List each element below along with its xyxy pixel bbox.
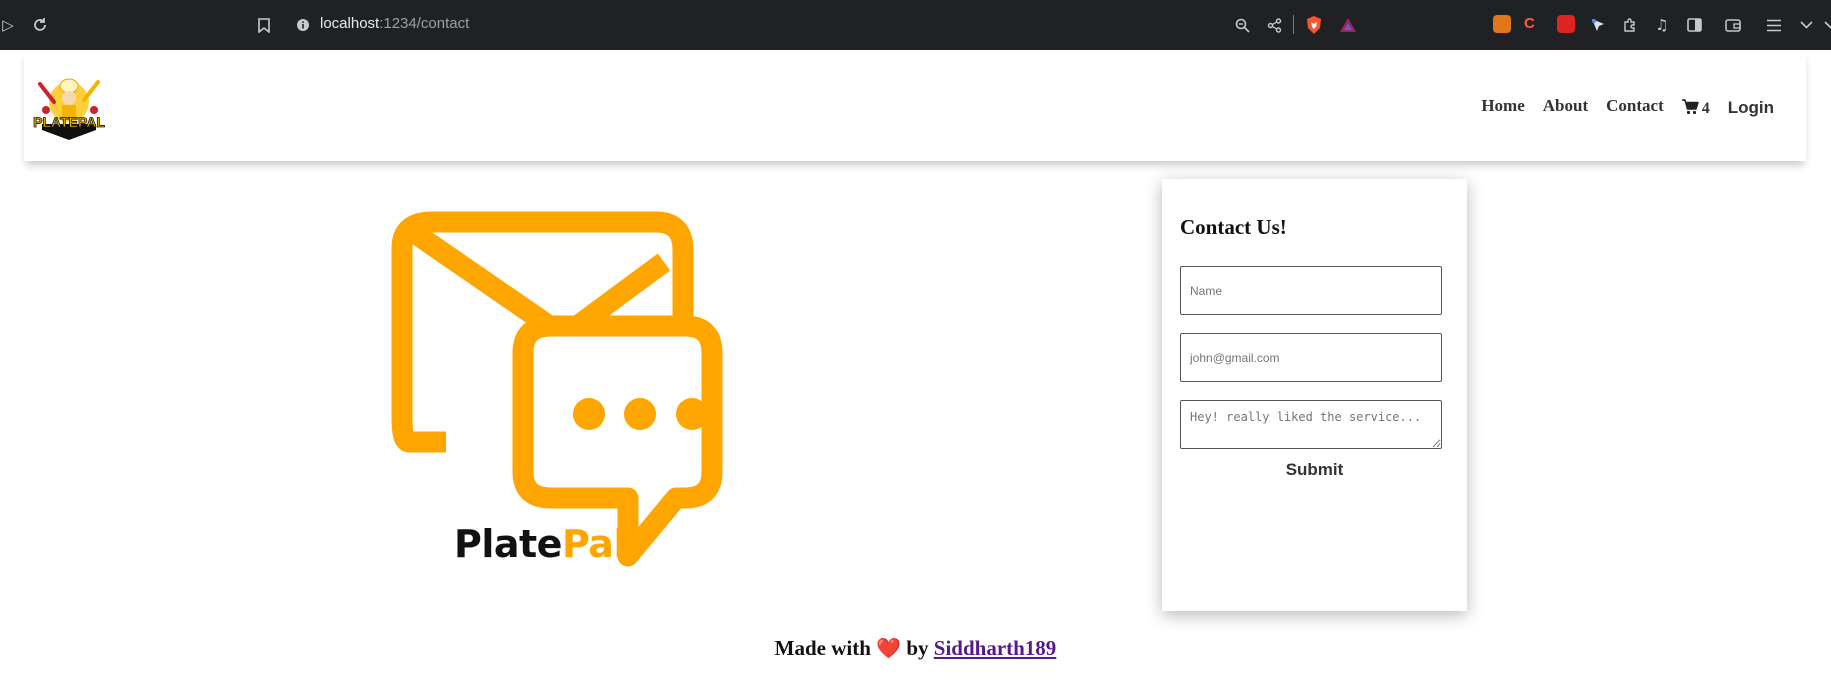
brave-shield-icon[interactable] — [1302, 13, 1326, 37]
brand-pal: Pal — [561, 522, 627, 566]
contact-title: Contact Us! — [1180, 215, 1287, 239]
music-icon[interactable]: ♫ — [1650, 13, 1674, 37]
nav-home[interactable]: Home — [1481, 96, 1524, 116]
bookmark-icon[interactable] — [252, 13, 276, 37]
wallet-icon[interactable] — [1721, 13, 1745, 37]
overflow-icon[interactable] — [1818, 13, 1831, 37]
sidebar-toggle-icon[interactable] — [1682, 13, 1706, 37]
url-path: :1234/contact — [379, 15, 470, 32]
platepal-logo[interactable]: PLATEPAL — [32, 72, 106, 142]
video-extension-icon[interactable] — [1557, 15, 1575, 33]
site-header: PLATEPAL Home About Contact 4 Login — [24, 50, 1806, 161]
cart-icon — [1681, 99, 1699, 115]
extensions-puzzle-icon[interactable] — [1618, 13, 1642, 37]
browser-toolbar: ▷ localhost:1234/contact C ♫ — [0, 0, 1831, 50]
main-nav: Home About Contact 4 Login — [1463, 96, 1774, 118]
footer-by: by — [906, 636, 929, 660]
contact-illustration: PlatePal — [354, 170, 804, 580]
author-link[interactable]: Siddharth189 — [934, 636, 1057, 660]
nav-contact[interactable]: Contact — [1606, 96, 1664, 116]
brand-plate: Plate — [454, 522, 562, 566]
nav-about[interactable]: About — [1543, 96, 1588, 116]
url-host: localhost — [320, 15, 380, 32]
name-input[interactable] — [1180, 266, 1442, 315]
login-button[interactable]: Login — [1728, 98, 1774, 118]
menu-icon[interactable] — [1762, 13, 1786, 37]
cart-button[interactable]: 4 — [1681, 97, 1710, 117]
contact-form-card: Contact Us! Submit — [1162, 179, 1467, 611]
cart-count: 4 — [1701, 100, 1710, 117]
address-bar[interactable]: localhost:1234/contact — [320, 15, 469, 32]
share-icon[interactable] — [1262, 13, 1286, 37]
brave-rewards-icon[interactable] — [1336, 13, 1360, 37]
footer-prefix: Made with — [774, 636, 871, 660]
cursor-extension-icon[interactable] — [1586, 13, 1610, 37]
toolbar-divider — [1293, 15, 1294, 34]
reload-icon[interactable] — [28, 13, 52, 37]
email-input[interactable] — [1180, 333, 1442, 382]
submit-button[interactable]: Submit — [1162, 460, 1467, 480]
message-textarea[interactable] — [1180, 400, 1442, 449]
brand-wordmark: PlatePal — [454, 522, 626, 566]
metamask-extension-icon[interactable] — [1493, 15, 1511, 33]
extension-c-icon[interactable]: C — [1524, 15, 1542, 33]
footer: Made with ❤️ by Siddharth189 — [0, 636, 1831, 661]
site-info-icon[interactable] — [291, 13, 315, 37]
chevron-down-icon[interactable] — [1794, 13, 1818, 37]
logo-text: PLATEPAL — [33, 114, 105, 130]
zoom-icon[interactable] — [1230, 13, 1254, 37]
heart-icon: ❤️ — [876, 636, 902, 660]
play-icon[interactable]: ▷ — [0, 13, 20, 37]
